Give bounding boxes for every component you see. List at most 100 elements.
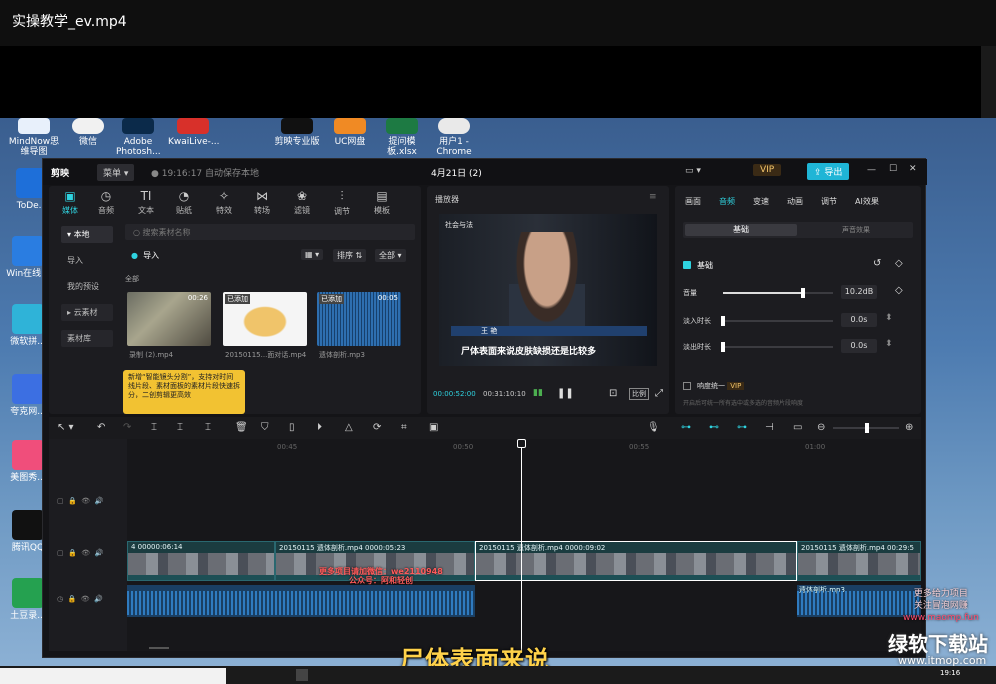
- desktop-icon-uc[interactable]: UC网盘: [328, 118, 372, 147]
- volume-value[interactable]: 10.2dB: [841, 285, 877, 299]
- rotate-icon[interactable]: ⟳: [373, 422, 381, 433]
- subtitle-icon[interactable]: ▭: [793, 422, 802, 433]
- video-preview[interactable]: 社会与法 王 艳 尸体表面来说皮肤缺损还是比较多: [439, 214, 657, 366]
- import-button[interactable]: ● 导入: [131, 250, 159, 261]
- track-controls-text[interactable]: ▢ 🔒 👁 🔊: [57, 497, 103, 505]
- tab-audio[interactable]: ◷ 音频: [91, 189, 121, 216]
- desktop-icon-chrome[interactable]: 用户1 - Chrome: [434, 118, 474, 157]
- redo-icon[interactable]: ↷: [123, 422, 131, 433]
- track-controls-main[interactable]: ▢ 🔒 👁 🔊: [57, 549, 103, 557]
- preview-axis-icon[interactable]: ⊣: [765, 422, 774, 433]
- sort-button[interactable]: 排序 ⇅: [333, 249, 367, 262]
- reset-icon[interactable]: ↺: [873, 258, 881, 269]
- split-left-icon[interactable]: ⌶: [177, 422, 183, 433]
- image-icon[interactable]: ▣: [429, 422, 438, 433]
- desktop-icon-photoshop[interactable]: Adobe Photosh...: [116, 118, 161, 157]
- desktop-icon-wechat[interactable]: 微信: [66, 118, 110, 147]
- zoom-in-icon[interactable]: ⊕: [905, 422, 913, 433]
- sidebar-item-import[interactable]: 导入: [61, 252, 113, 269]
- tab-template[interactable]: ▤ 模板: [367, 189, 397, 216]
- subtab-sound-effects[interactable]: 声音效果: [801, 225, 911, 235]
- fade-out-stepper[interactable]: ⬍: [885, 339, 893, 349]
- search-input[interactable]: ○ 搜索素材名称: [125, 224, 415, 240]
- fade-in-stepper[interactable]: ⬍: [885, 313, 893, 323]
- link-icon[interactable]: ⊶: [737, 422, 747, 433]
- desktop-icon-xlsx[interactable]: 提问模板.xlsx: [374, 118, 430, 157]
- undo-icon[interactable]: ↶: [97, 422, 105, 433]
- mirror-icon[interactable]: △: [345, 422, 353, 433]
- desktop-icon-jianying[interactable]: 剪映专业版: [272, 118, 322, 147]
- sidebar-item-presets[interactable]: 我的预设: [61, 278, 123, 295]
- crop-icon[interactable]: ⌗: [401, 422, 407, 433]
- menu-button[interactable]: 菜单 ▾: [97, 164, 135, 181]
- prop-tab-animation[interactable]: 动画: [787, 196, 803, 207]
- timeline-scrollbar[interactable]: [149, 647, 169, 649]
- basic-checkbox[interactable]: [683, 261, 691, 269]
- close-icon[interactable]: ✕: [909, 164, 917, 174]
- track-controls-audio[interactable]: ◷ 🔒 👁 🔊: [57, 595, 103, 603]
- fade-out-slider[interactable]: [721, 342, 833, 352]
- audio-clip-1[interactable]: [127, 585, 475, 617]
- volume-keyframe-icon[interactable]: ◇: [895, 285, 903, 296]
- media-thumb-3[interactable]: 已添加 00:05: [317, 292, 401, 346]
- sidebar-item-local[interactable]: ▾ 本地: [61, 226, 113, 243]
- split-icon[interactable]: ⌶: [151, 422, 157, 433]
- media-thumb-2[interactable]: 已添加: [223, 292, 307, 346]
- zoom-slider[interactable]: [833, 423, 899, 433]
- sidebar-item-cloud[interactable]: ▸ 云素材: [61, 304, 113, 321]
- import-icon: ●: [131, 251, 138, 260]
- timeline-clip-3-selected[interactable]: 20150115 遗体剖析.mp4 0000:09:02: [475, 541, 797, 581]
- pause-button[interactable]: ❚❚: [557, 388, 574, 399]
- fade-in-value[interactable]: 0.0s: [841, 313, 877, 327]
- subtab-basic[interactable]: 基础: [685, 224, 797, 236]
- delete-icon[interactable]: 🗑: [235, 422, 248, 433]
- ratio-button[interactable]: 比例: [629, 388, 649, 400]
- keyframe-icon[interactable]: ◇: [895, 258, 903, 269]
- playhead-handle[interactable]: [517, 439, 526, 448]
- auto-snap-icon[interactable]: ⊷: [709, 422, 719, 433]
- maximize-icon[interactable]: ☐: [889, 164, 897, 174]
- taskbar-app-icon[interactable]: [296, 669, 308, 681]
- desktop-icon-kwailive[interactable]: KwaiLive-...: [168, 118, 220, 147]
- microphone-icon[interactable]: 🎙: [647, 422, 660, 433]
- tab-adjust[interactable]: ⫶ 调节: [327, 189, 357, 217]
- volume-slider[interactable]: [723, 288, 833, 298]
- tab-media[interactable]: ▣ 媒体: [55, 189, 85, 216]
- player-menu-icon[interactable]: ≡: [649, 192, 657, 202]
- zoom-out-icon[interactable]: ⊖: [817, 422, 825, 433]
- loudness-checkbox[interactable]: [683, 382, 691, 390]
- sidebar-item-library[interactable]: 素材库: [61, 330, 113, 347]
- tab-sticker[interactable]: ◔ 贴纸: [169, 189, 199, 216]
- prop-tab-adjust[interactable]: 调节: [821, 196, 837, 207]
- filter-all-button[interactable]: 全部 ▾: [375, 249, 406, 262]
- desktop-icon-mindnow[interactable]: MindNow思维导图: [8, 118, 60, 157]
- timeline-clip-1[interactable]: 4 00000:06:14: [127, 541, 275, 581]
- media-thumb-1[interactable]: 00:26: [127, 292, 211, 346]
- prop-tab-ai[interactable]: AI效果: [855, 196, 879, 207]
- timeline-clip-4[interactable]: 20150115 遗体剖析.mp4 00:29:5: [797, 541, 921, 581]
- tab-filter[interactable]: ❀ 滤镜: [287, 189, 317, 216]
- tab-effects[interactable]: ✧ 特效: [209, 189, 239, 216]
- fullscreen-icon[interactable]: ⤢: [655, 388, 663, 399]
- taskbar-search[interactable]: [0, 668, 226, 684]
- main-track-link-icon[interactable]: ⊶: [681, 422, 691, 433]
- minimize-icon[interactable]: —: [867, 165, 876, 175]
- freeze-icon[interactable]: ▯: [289, 422, 295, 433]
- tab-transition[interactable]: ⋈ 转场: [247, 189, 277, 216]
- layout-icon[interactable]: ▭ ▾: [685, 166, 701, 176]
- vip-badge[interactable]: VIP: [753, 164, 782, 176]
- marker-icon[interactable]: ⛉: [261, 422, 269, 433]
- view-toggle[interactable]: ▦ ▾: [301, 249, 324, 260]
- split-right-icon[interactable]: ⌶: [205, 422, 211, 433]
- fit-icon[interactable]: ⊡: [609, 388, 617, 399]
- reverse-icon[interactable]: ⏵: [317, 422, 322, 433]
- prop-tab-picture[interactable]: 画面: [685, 196, 701, 207]
- select-tool-icon[interactable]: ↖ ▾: [57, 422, 74, 433]
- playhead[interactable]: [521, 439, 522, 651]
- fade-in-slider[interactable]: [721, 316, 833, 326]
- prop-tab-speed[interactable]: 变速: [753, 196, 769, 207]
- fade-out-value[interactable]: 0.0s: [841, 339, 877, 353]
- prop-tab-audio[interactable]: 音频: [719, 196, 735, 207]
- tab-text[interactable]: TI 文本: [131, 189, 161, 216]
- export-button[interactable]: ⇪ 导出: [807, 163, 850, 180]
